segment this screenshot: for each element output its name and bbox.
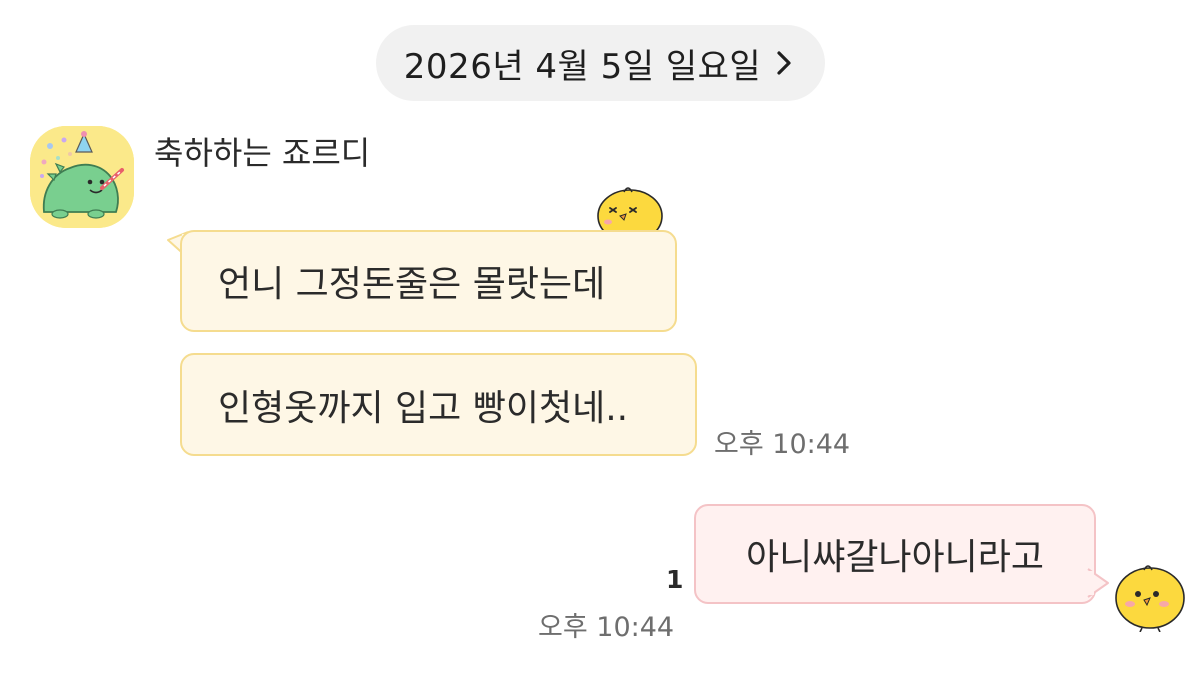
date-selector-button[interactable]: 2026년 4월 5일 일요일 <box>376 25 825 101</box>
incoming-message-bubble[interactable]: 인형옷까지 입고 빵이첫네.. <box>180 353 697 456</box>
date-label: 2026년 4월 5일 일요일 <box>403 46 762 87</box>
chevron-right-icon <box>775 48 797 78</box>
message-timestamp: 오후 10:44 <box>714 429 851 460</box>
sender-name: 축하하는 죠르디 <box>154 134 371 172</box>
message-timestamp: 오후 10:44 <box>538 612 675 643</box>
avatar[interactable] <box>30 126 134 228</box>
chick-sticker-icon <box>1104 562 1190 633</box>
message-text: 언니 그정돈줄은 몰랏는데 <box>218 264 606 305</box>
unread-count-badge: 1 <box>666 565 684 594</box>
message-text: 아니쌰갈나아니라고 <box>745 537 1045 578</box>
incoming-message-bubble[interactable]: 언니 그정돈줄은 몰랏는데 <box>180 230 677 332</box>
message-text: 인형옷까지 입고 빵이첫네.. <box>218 387 629 429</box>
outgoing-message-bubble[interactable]: 아니쌰갈나아니라고 <box>694 504 1096 604</box>
chat-screen: 2026년 4월 5일 일요일 축하하는 죠르디 언니 그정돈줄은 몰랏는데 인… <box>0 0 1200 679</box>
jordy-dinosaur-avatar-icon <box>30 126 134 228</box>
